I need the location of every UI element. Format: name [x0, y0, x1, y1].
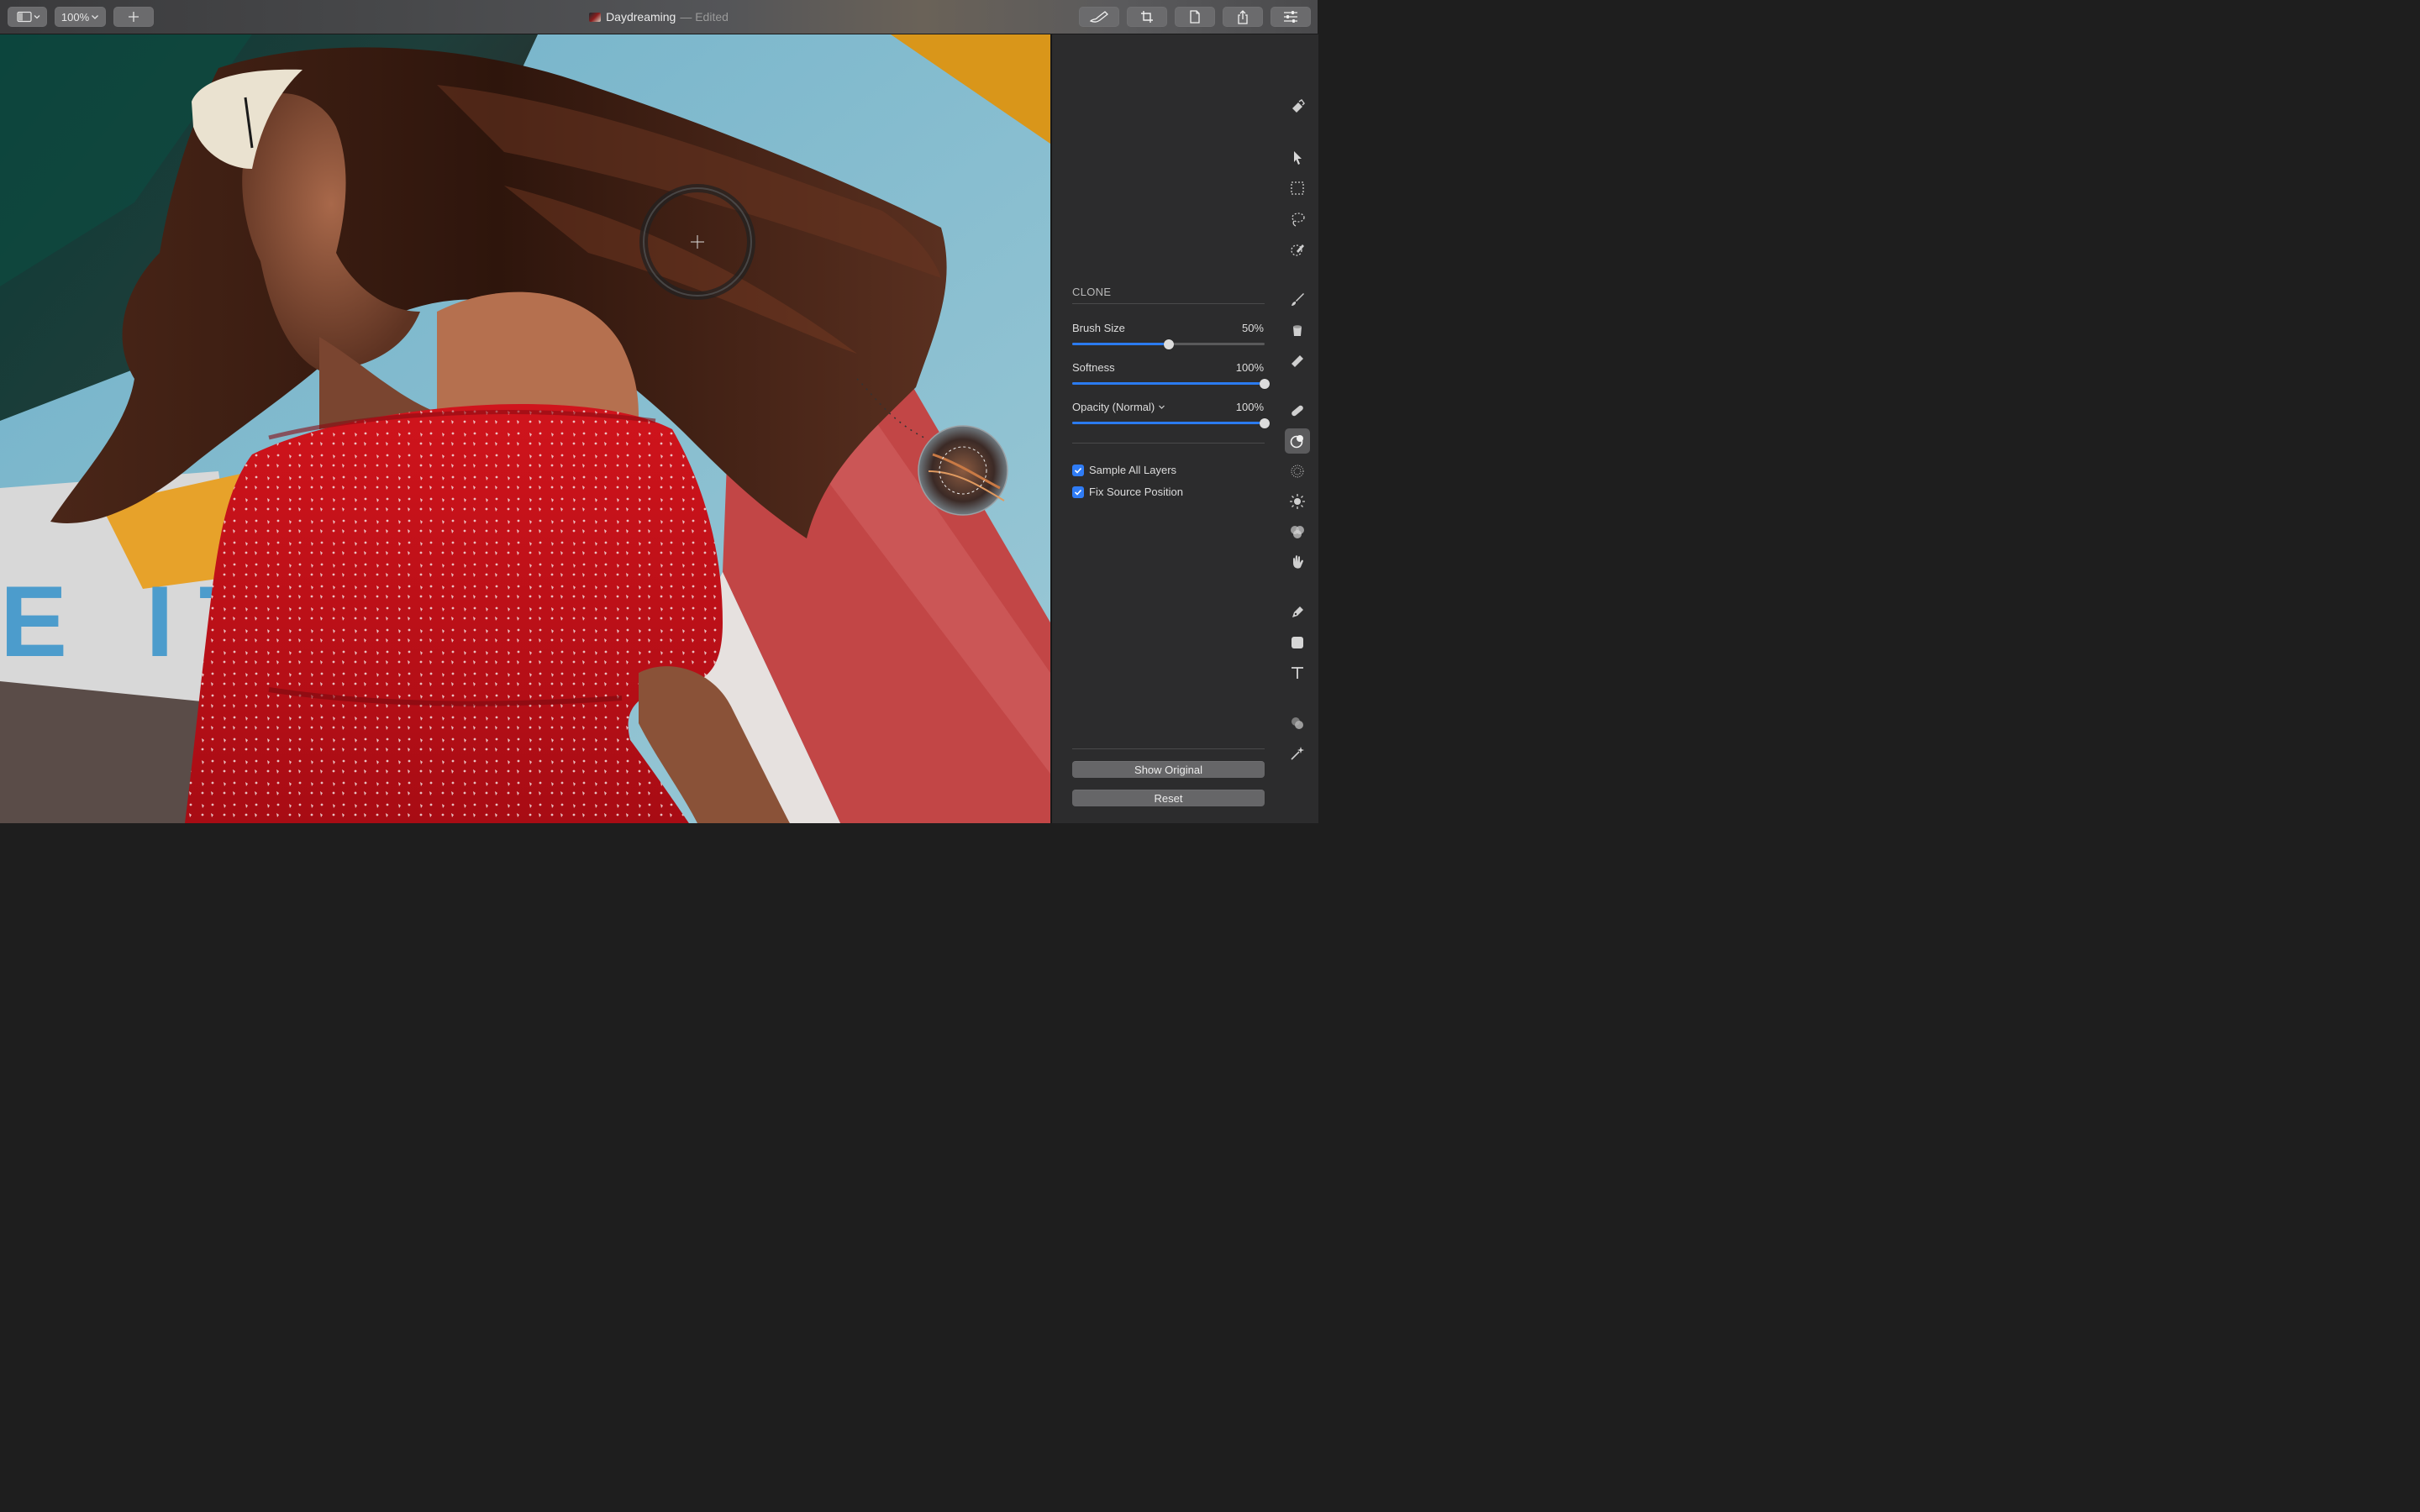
- arrow-select-icon: [1294, 151, 1302, 165]
- sidebar-toggle-button[interactable]: [8, 7, 47, 27]
- quick-select-icon: [1291, 244, 1304, 256]
- opacity-knob[interactable]: [1260, 417, 1270, 428]
- paint-brush-icon: [1292, 293, 1304, 306]
- sidebar-toggle-icon: [16, 11, 39, 23]
- crop-icon: [1141, 11, 1153, 23]
- tool-fill[interactable]: [1285, 318, 1310, 343]
- image-canvas[interactable]: E IT: [0, 34, 1050, 823]
- tool-lasso[interactable]: [1285, 207, 1310, 232]
- tool-effects[interactable]: [1285, 741, 1310, 766]
- divider: [1072, 303, 1265, 304]
- reset-button[interactable]: Reset: [1072, 790, 1265, 806]
- top-toolbar: 100%: [0, 0, 1318, 34]
- checkmark-icon: [1074, 489, 1082, 496]
- retouch-brush-button[interactable]: [1079, 7, 1119, 27]
- smudge-hand-icon: [1293, 555, 1303, 569]
- tool-color-adjust[interactable]: [1285, 711, 1310, 736]
- eraser-icon: [1292, 355, 1303, 367]
- fill-bucket-icon: [1293, 325, 1302, 336]
- color-adjust-icon: [1292, 717, 1303, 729]
- crop-button[interactable]: [1127, 7, 1167, 27]
- tool-shape[interactable]: [1285, 630, 1310, 655]
- add-button[interactable]: [113, 7, 154, 27]
- brush-size-label: Brush Size: [1072, 322, 1125, 334]
- softness-slider[interactable]: [1072, 382, 1265, 385]
- tool-pen[interactable]: [1285, 600, 1310, 625]
- clone-stamp-icon: [1290, 435, 1303, 449]
- opacity-label: Opacity (Normal): [1072, 401, 1155, 413]
- zoom-level: 100%: [60, 10, 90, 24]
- adjustments-button[interactable]: [1270, 7, 1311, 27]
- brush-size-fill: [1072, 343, 1169, 345]
- section-title-clone: CLONE: [1072, 286, 1112, 298]
- tool-paint-brush[interactable]: [1285, 287, 1310, 312]
- show-original-button[interactable]: Show Original: [1072, 761, 1265, 778]
- adjustments-icon: [1284, 11, 1297, 23]
- tool-text[interactable]: [1285, 660, 1310, 685]
- color-blend-icon: [1291, 526, 1304, 538]
- tool-blur[interactable]: [1285, 459, 1310, 484]
- tool-arrow[interactable]: [1285, 145, 1310, 171]
- sample-all-layers-label: Sample All Layers: [1089, 464, 1177, 476]
- brush-size-knob[interactable]: [1163, 339, 1174, 349]
- opacity-value: 100%: [1235, 401, 1264, 413]
- fix-source-position-label: Fix Source Position: [1089, 486, 1183, 498]
- effects-icon: [1291, 747, 1304, 760]
- sample-all-layers-checkbox[interactable]: Sample All Layers: [1072, 464, 1176, 476]
- fix-source-position-checkbox[interactable]: Fix Source Position: [1072, 486, 1183, 498]
- share-button[interactable]: [1223, 7, 1263, 27]
- dodge-sun-icon: [1290, 494, 1305, 509]
- softness-fill: [1072, 382, 1265, 385]
- opacity-slider[interactable]: [1072, 422, 1265, 424]
- photo: E IT: [0, 34, 1050, 823]
- softness-label: Softness: [1072, 361, 1115, 374]
- shape-icon: [1292, 637, 1303, 648]
- chevron-down-icon: [92, 15, 99, 19]
- tool-rect-select[interactable]: [1285, 176, 1310, 201]
- divider: [1072, 443, 1265, 444]
- paint-bucket-style-icon: [1292, 99, 1305, 113]
- chevron-down-icon: [1159, 405, 1165, 409]
- checkbox-checked[interactable]: [1072, 464, 1084, 476]
- document-icon: [1190, 10, 1200, 24]
- share-icon: [1238, 9, 1248, 24]
- opacity-fill: [1072, 422, 1265, 424]
- opacity-mode-menu[interactable]: Opacity (Normal): [1072, 401, 1165, 413]
- pen-icon: [1292, 606, 1303, 617]
- healing-bandage-icon: [1292, 405, 1303, 417]
- tool-color-blend[interactable]: [1285, 519, 1310, 544]
- inspector-panel: CLONE Brush Size 50% Softness 100% Opaci…: [1051, 34, 1318, 823]
- document-button[interactable]: [1175, 7, 1215, 27]
- softness-value: 100%: [1235, 361, 1264, 374]
- checkbox-checked[interactable]: [1072, 486, 1084, 498]
- tool-style[interactable]: [1285, 95, 1310, 120]
- plus-icon: [129, 12, 139, 22]
- clone-source-indicator: [918, 425, 1008, 516]
- checkmark-icon: [1074, 467, 1082, 474]
- tool-quick-select[interactable]: [1285, 237, 1310, 262]
- tool-smudge[interactable]: [1285, 549, 1310, 575]
- tool-dodge[interactable]: [1285, 489, 1310, 514]
- lasso-icon: [1292, 213, 1305, 227]
- divider: [1072, 748, 1265, 749]
- blur-icon: [1291, 465, 1304, 478]
- text-icon: [1292, 667, 1303, 679]
- softness-knob[interactable]: [1260, 378, 1270, 389]
- retouch-brush-icon: [1089, 11, 1108, 23]
- tool-eraser[interactable]: [1285, 348, 1310, 373]
- rect-select-icon: [1291, 181, 1304, 195]
- zoom-menu-button[interactable]: 100%: [55, 7, 106, 27]
- tool-heal[interactable]: [1285, 398, 1310, 423]
- brush-size-value: 50%: [1241, 322, 1264, 334]
- tool-clone[interactable]: [1285, 428, 1310, 454]
